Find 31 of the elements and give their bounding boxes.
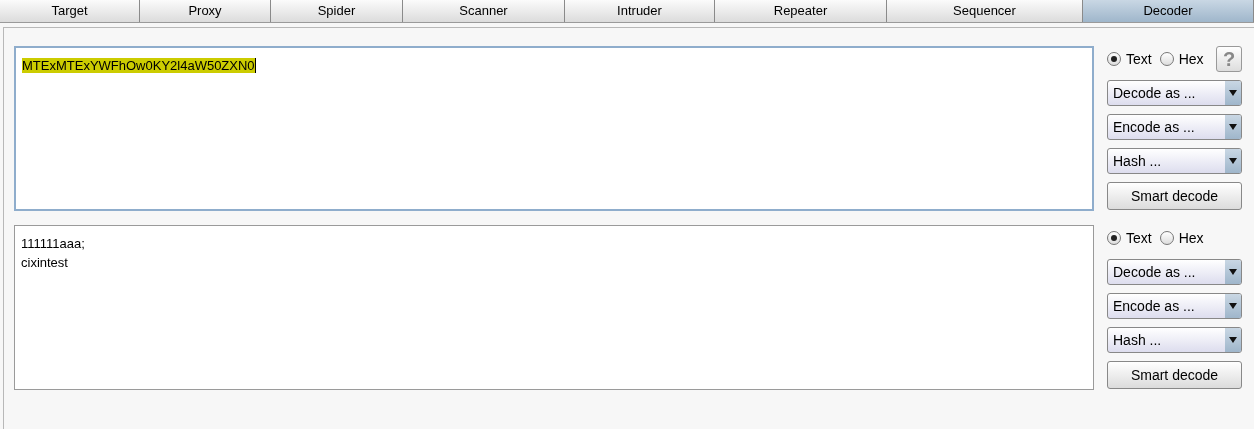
tab[interactable]: Target bbox=[0, 0, 140, 22]
editor-text: MTExMTExYWFhOw0KY2l4aW50ZXN0 bbox=[22, 58, 256, 73]
dropdown[interactable]: Encode as ... bbox=[1107, 114, 1242, 140]
dropdown[interactable]: Hash ... bbox=[1107, 327, 1242, 353]
format-radio[interactable]: Hex bbox=[1159, 48, 1204, 70]
smart-decode-button[interactable]: Smart decode bbox=[1107, 182, 1242, 210]
tab[interactable]: Intruder bbox=[565, 0, 715, 22]
dropdown[interactable]: Hash ... bbox=[1107, 148, 1242, 174]
dropdown[interactable]: Decode as ... bbox=[1107, 80, 1242, 106]
caret-icon bbox=[1229, 337, 1237, 343]
caret-icon bbox=[1229, 269, 1237, 275]
editor-text: cixintest bbox=[21, 255, 68, 270]
tab[interactable]: Proxy bbox=[140, 0, 271, 22]
tab[interactable]: Spider bbox=[271, 0, 403, 22]
text-editor[interactable]: MTExMTExYWFhOw0KY2l4aW50ZXN0 bbox=[14, 46, 1094, 211]
tab[interactable]: Decoder bbox=[1083, 0, 1254, 22]
format-radio[interactable]: Hex bbox=[1159, 227, 1204, 249]
smart-decode-button[interactable]: Smart decode bbox=[1107, 361, 1242, 389]
text-editor[interactable]: 111111aaa; cixintest bbox=[14, 225, 1094, 390]
editor-text: 111111aaa; bbox=[21, 236, 85, 251]
format-radio[interactable]: Text bbox=[1107, 227, 1152, 249]
tab[interactable]: Scanner bbox=[403, 0, 565, 22]
tab[interactable]: Repeater bbox=[715, 0, 887, 22]
dropdown[interactable]: Decode as ... bbox=[1107, 259, 1242, 285]
format-radio[interactable]: Text bbox=[1107, 48, 1152, 70]
dropdown[interactable]: Encode as ... bbox=[1107, 293, 1242, 319]
caret-icon bbox=[1229, 90, 1237, 96]
caret-icon bbox=[1229, 303, 1237, 309]
tab[interactable]: Sequencer bbox=[887, 0, 1083, 22]
caret-icon bbox=[1229, 158, 1237, 164]
caret-icon bbox=[1229, 124, 1237, 130]
